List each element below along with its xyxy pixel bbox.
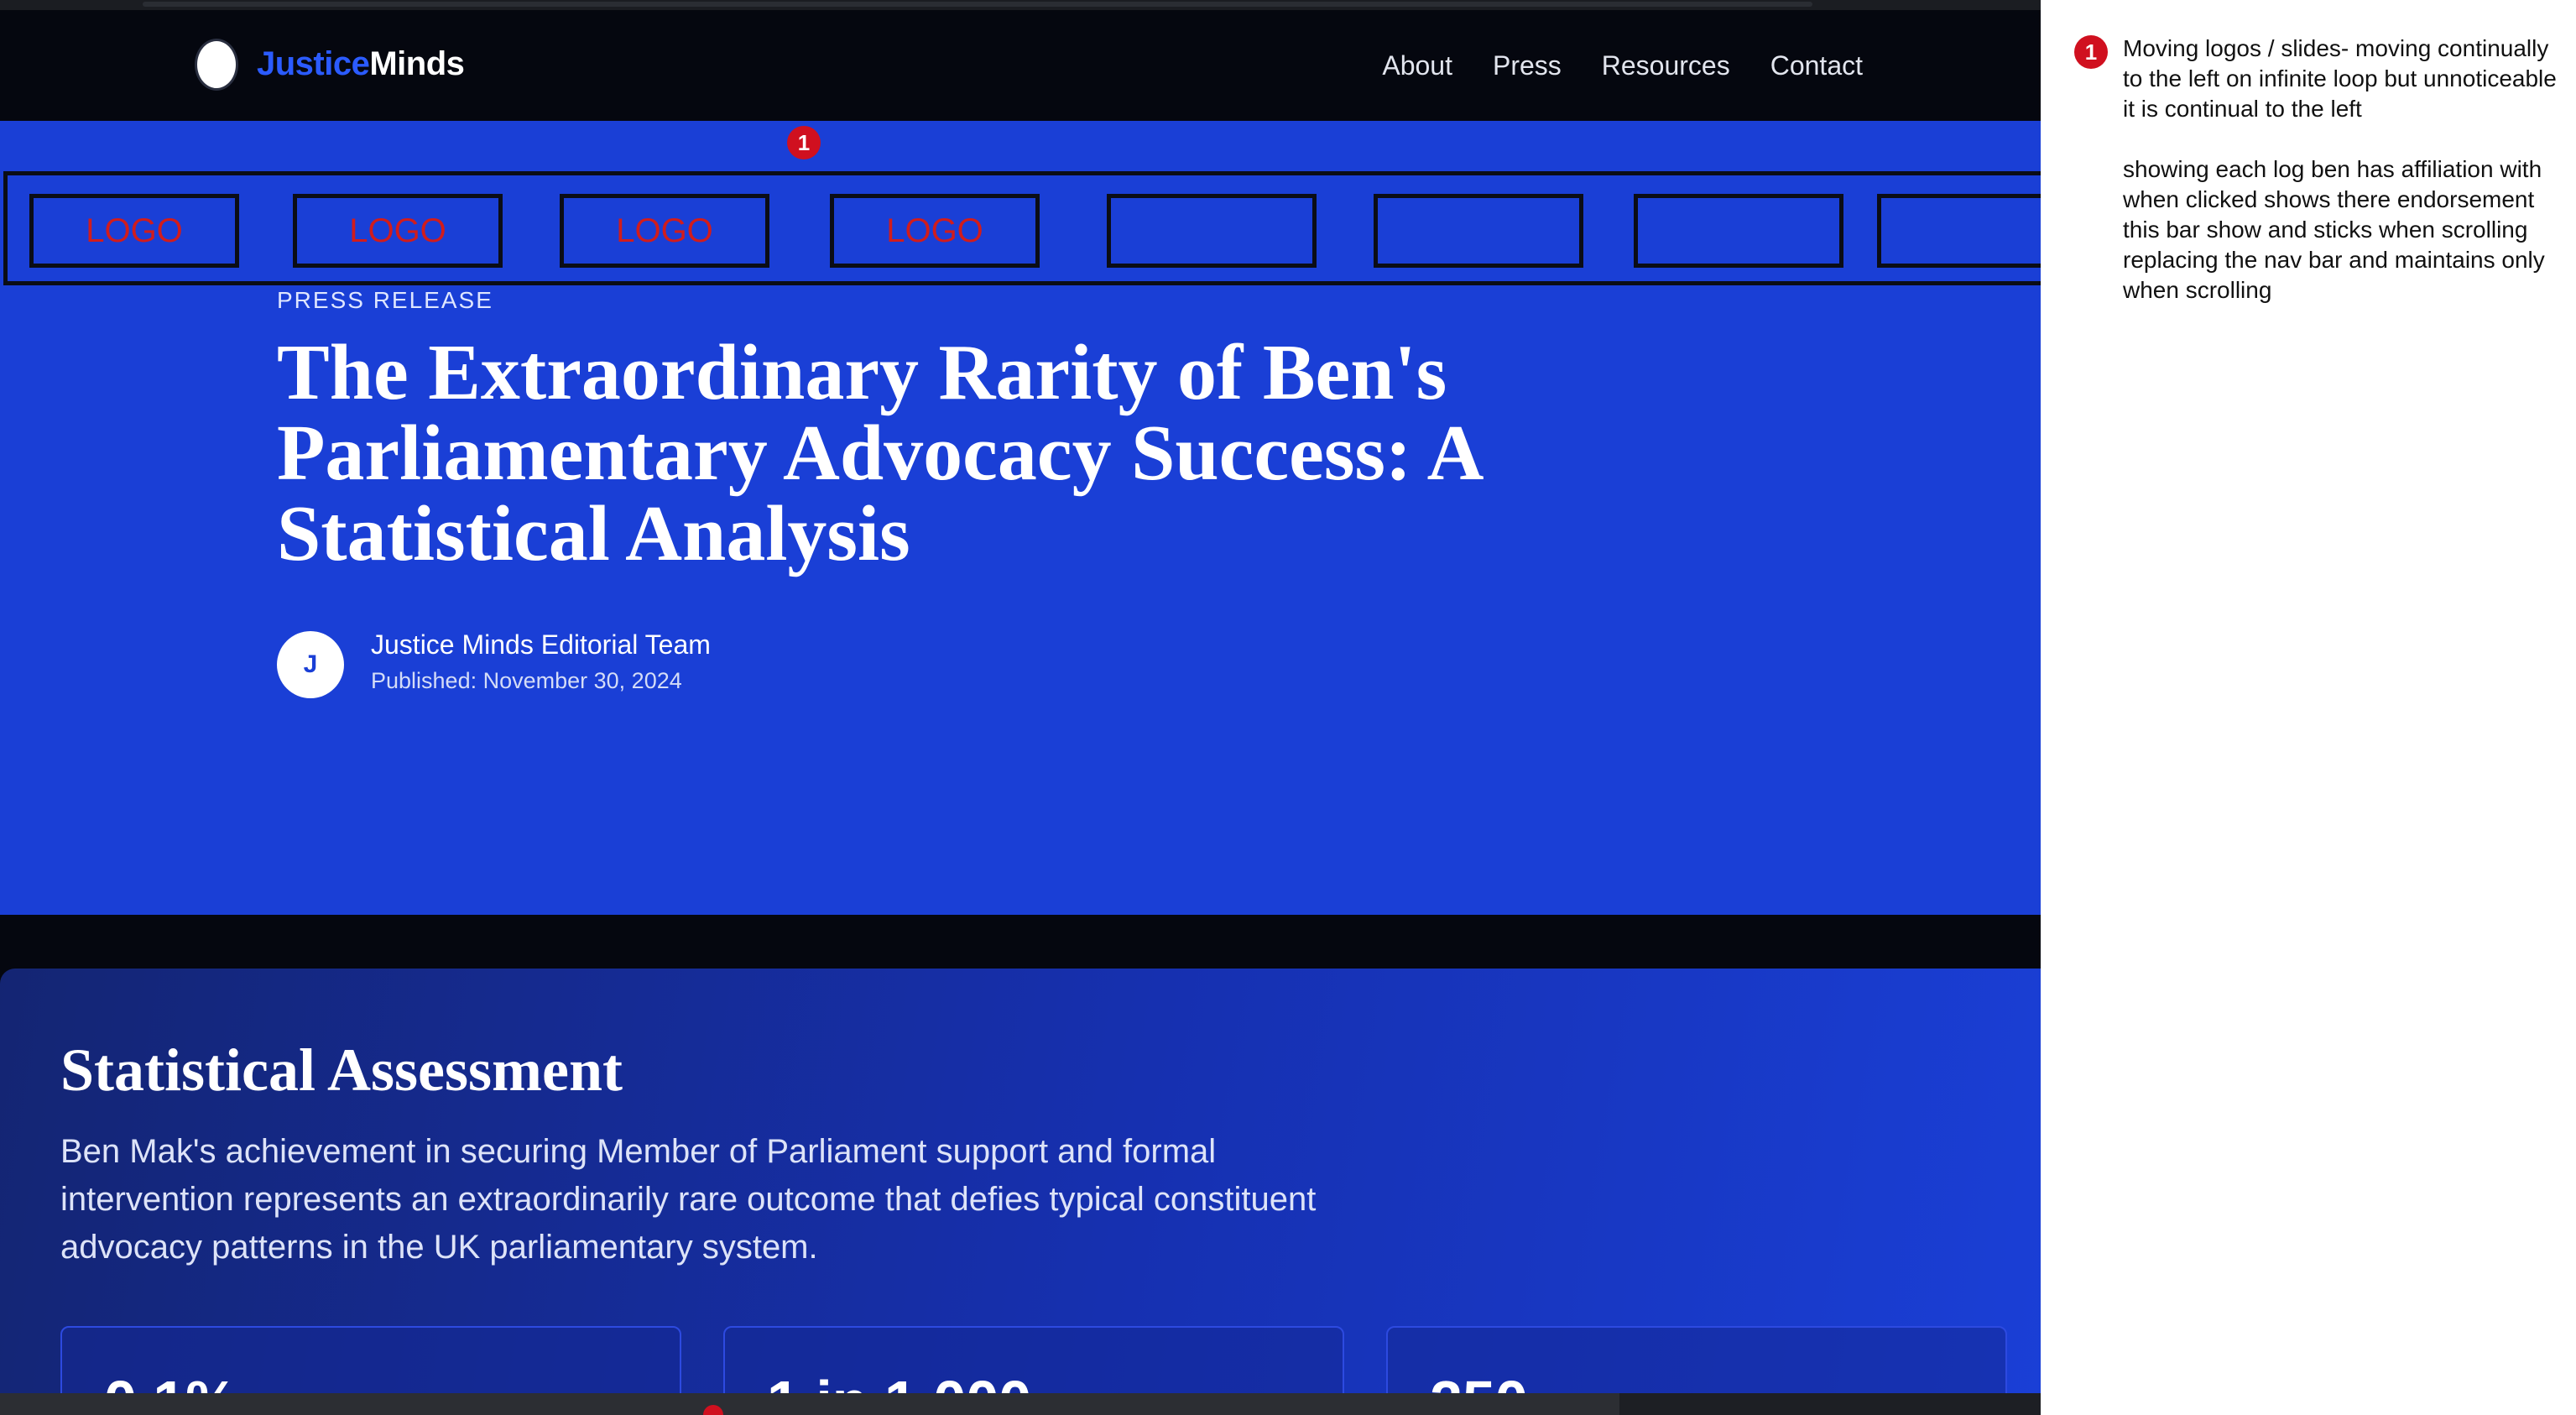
annotation-paragraph: showing each log ben has affiliation wit… — [2123, 156, 2545, 303]
section-description: Ben Mak's achievement in securing Member… — [60, 1133, 1317, 1266]
carousel-logo[interactable]: LOGO — [293, 194, 503, 268]
carousel-logo[interactable]: LOGO — [560, 194, 769, 268]
carousel-logo-empty[interactable] — [1877, 194, 2041, 268]
article-title: The Extraordinary Rarity of Ben's Parlia… — [277, 329, 1480, 577]
author-name: Justice Minds Editorial Team — [371, 629, 711, 660]
brand-logo-icon[interactable] — [195, 39, 238, 91]
author-avatar: J — [277, 631, 344, 698]
logo-carousel-bar[interactable]: LOGO LOGO LOGO LOGO — [3, 171, 2041, 285]
statistical-assessment-section: Statistical Assessment Ben Mak's achieve… — [0, 969, 2041, 1415]
carousel-logo[interactable]: LOGO — [830, 194, 1040, 268]
carousel-logo[interactable]: LOGO — [29, 194, 239, 268]
brand-name-part2: Minds — [369, 45, 465, 82]
annotation-panel: 1 Moving logos / slides- moving continua… — [2041, 0, 2576, 1415]
carousel-logo-empty[interactable] — [1634, 194, 1843, 268]
browser-top-strip — [0, 0, 2041, 10]
annotation-marker: 1 — [787, 126, 821, 159]
nav-link-contact[interactable]: Contact — [1770, 50, 1863, 81]
top-navigation-bar: JusticeMinds About Press Resources Conta… — [0, 10, 2041, 121]
publish-date: Published: November 30, 2024 — [371, 668, 682, 693]
nav-link-resources[interactable]: Resources — [1602, 50, 1730, 81]
carousel-logo-empty[interactable] — [1107, 194, 1317, 268]
nav-link-about[interactable]: About — [1382, 50, 1452, 81]
nav-links: About Press Resources Contact — [1382, 50, 1863, 81]
nav-link-press[interactable]: Press — [1493, 50, 1562, 81]
article-category: PRESS RELEASE — [277, 287, 493, 313]
brand-name-part1: Justice — [257, 45, 370, 82]
carousel-logo-empty[interactable] — [1374, 194, 1583, 268]
section-title: Statistical Assessment — [60, 1036, 623, 1104]
annotation-paragraph: Moving logos / slides- moving continuall… — [2123, 35, 2557, 122]
annotation-marker: 1 — [2074, 35, 2108, 69]
hero-section: 1 LOGO LOGO LOGO LOGO PRESS RELEASE The … — [0, 121, 2041, 915]
bottom-bar — [0, 1393, 2041, 1415]
brand-name[interactable]: JusticeMinds — [257, 45, 465, 83]
annotation-text: Moving logos / slides- moving continuall… — [2123, 34, 2568, 336]
website-screenshot: JusticeMinds About Press Resources Conta… — [0, 0, 2041, 1415]
